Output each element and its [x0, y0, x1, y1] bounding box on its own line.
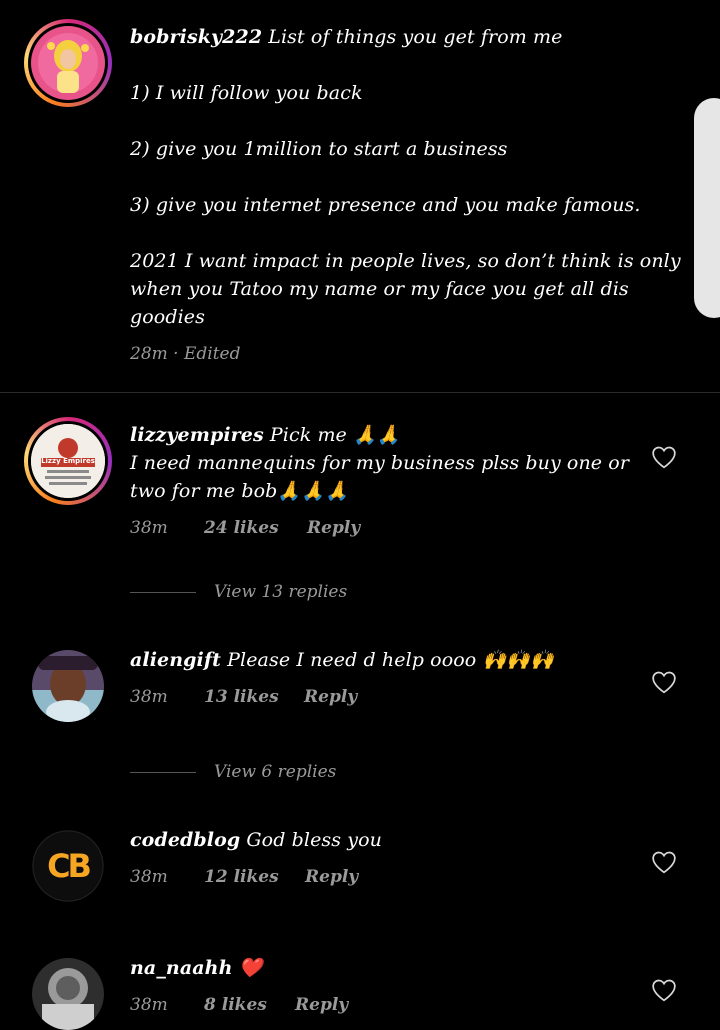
heart-icon[interactable] [651, 445, 677, 469]
username-lizzyempires[interactable]: lizzyempires [130, 424, 264, 446]
comment-time: 38m [130, 687, 168, 707]
comment-text: Please I need d help oooo 🙌🙌🙌 [227, 649, 554, 671]
username-aliengift[interactable]: aliengift [130, 649, 221, 671]
comment-time: 38m [130, 867, 168, 887]
heart-icon[interactable] [651, 850, 677, 874]
avatar-na-naahh[interactable] [32, 958, 104, 1030]
username-na-naahh[interactable]: na_naahh [130, 957, 233, 979]
avatar-aliengift[interactable] [32, 650, 104, 722]
avatar-image: Lizzy Empires [31, 424, 105, 498]
scrollbar-thumb[interactable] [694, 98, 720, 318]
heart-icon[interactable] [651, 670, 677, 694]
caption-meta: 28m · Edited [130, 344, 241, 364]
comment-text: Pick me 🙏🙏 [269, 424, 401, 446]
heart-icon[interactable] [651, 978, 677, 1002]
caption-line-4: 2021 I want impact in people lives, so d… [130, 250, 681, 272]
likes-count[interactable]: 8 likes [204, 995, 267, 1015]
reply-button[interactable]: Reply [307, 518, 360, 538]
comment-text: ❤️ [238, 957, 263, 979]
avatar-brand-text: Lizzy Empires [41, 457, 95, 465]
comment-text-line-2: I need mannequins for my business plss b… [130, 452, 630, 474]
caption-line-5: when you Tatoo my name or my face you ge… [130, 278, 629, 300]
comment-time: 38m [130, 518, 168, 538]
codedblog-logo-text: CB [47, 847, 92, 885]
view-replies-line [130, 772, 196, 773]
caption-line-3: 3) give you internet presence and you ma… [130, 194, 641, 216]
likes-count[interactable]: 24 likes [204, 518, 279, 538]
username-bobrisky222[interactable]: bobrisky222 [130, 26, 262, 48]
view-replies-button[interactable]: View 6 replies [214, 762, 336, 782]
avatar-lizzyempires[interactable]: Lizzy Empires [24, 417, 112, 505]
username-codedblog[interactable]: codedblog [130, 829, 240, 851]
reply-button[interactable]: Reply [304, 687, 357, 707]
caption-line-1: 1) I will follow you back [130, 82, 363, 104]
likes-count[interactable]: 13 likes [204, 687, 279, 707]
comment-time: 38m [130, 995, 168, 1015]
caption-line-6: goodies [130, 306, 205, 328]
avatar-codedblog[interactable]: CB [32, 830, 104, 902]
caption-first-line: List of things you get from me [268, 26, 563, 48]
comment-text-line-3: two for me bob🙏🙏🙏 [130, 480, 349, 502]
caption-divider [0, 392, 720, 393]
reply-button[interactable]: Reply [305, 867, 358, 887]
avatar-bobrisky222[interactable] [24, 19, 112, 107]
comment-text: God bless you [246, 829, 382, 851]
avatar-image [31, 26, 105, 100]
caption-line-2: 2) give you 1million to start a business [130, 138, 508, 160]
view-replies-line [130, 592, 196, 593]
likes-count[interactable]: 12 likes [204, 867, 279, 887]
reply-button[interactable]: Reply [295, 995, 348, 1015]
view-replies-button[interactable]: View 13 replies [214, 582, 347, 602]
